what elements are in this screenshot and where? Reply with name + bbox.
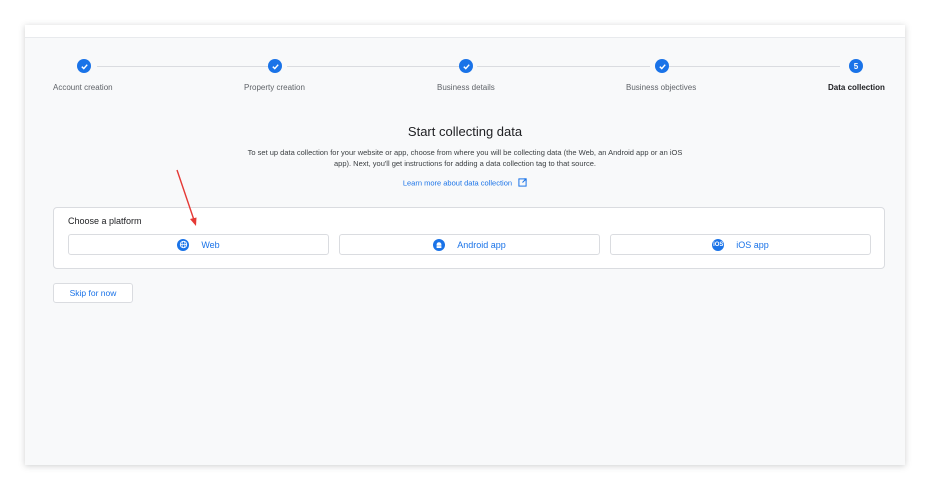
globe-icon	[177, 238, 190, 251]
android-platform-label: Android app	[457, 239, 506, 250]
step-label-business-objectives: Business objectives	[626, 83, 697, 92]
page-title: Start collecting data	[407, 124, 523, 139]
ios-platform-button[interactable]: iOS iOS app	[610, 234, 871, 255]
step-label-account-creation: Account creation	[53, 83, 113, 92]
step-1-check-icon	[77, 59, 91, 73]
platform-title: Choose a platform	[68, 216, 142, 226]
skip-for-now-button[interactable]: Skip for now	[53, 283, 133, 303]
step-label-data-collection: Data collection	[828, 83, 885, 92]
step-3-check-icon	[459, 59, 473, 73]
external-link-icon[interactable]	[518, 178, 527, 189]
step-4-check-icon	[655, 59, 669, 73]
step-5-number: 5	[849, 59, 863, 73]
step-label-business-details: Business details	[437, 83, 495, 92]
step-connector	[97, 66, 270, 67]
web-platform-button[interactable]: Web	[68, 234, 329, 255]
android-icon	[433, 238, 446, 251]
stepper: 5 Account creation Property creation Bus…	[25, 25, 905, 105]
step-label-property-creation: Property creation	[244, 83, 305, 92]
web-platform-label: Web	[201, 239, 220, 250]
platform-chooser: Choose a platform Web Android app iOS iO…	[53, 207, 885, 269]
setup-card: 5 Account creation Property creation Bus…	[25, 25, 905, 465]
step-connector	[477, 66, 650, 67]
page-description: To set up data collection for your websi…	[247, 148, 683, 168]
learn-more-link[interactable]: Learn more about data collection	[25, 178, 905, 189]
step-2-check-icon	[268, 59, 282, 73]
step-connector	[667, 66, 840, 67]
step-connector	[287, 66, 460, 67]
ios-platform-label: iOS app	[736, 239, 769, 250]
android-platform-button[interactable]: Android app	[339, 234, 600, 255]
ios-icon: iOS	[712, 238, 725, 251]
learn-more-label[interactable]: Learn more about data collection	[403, 178, 512, 187]
